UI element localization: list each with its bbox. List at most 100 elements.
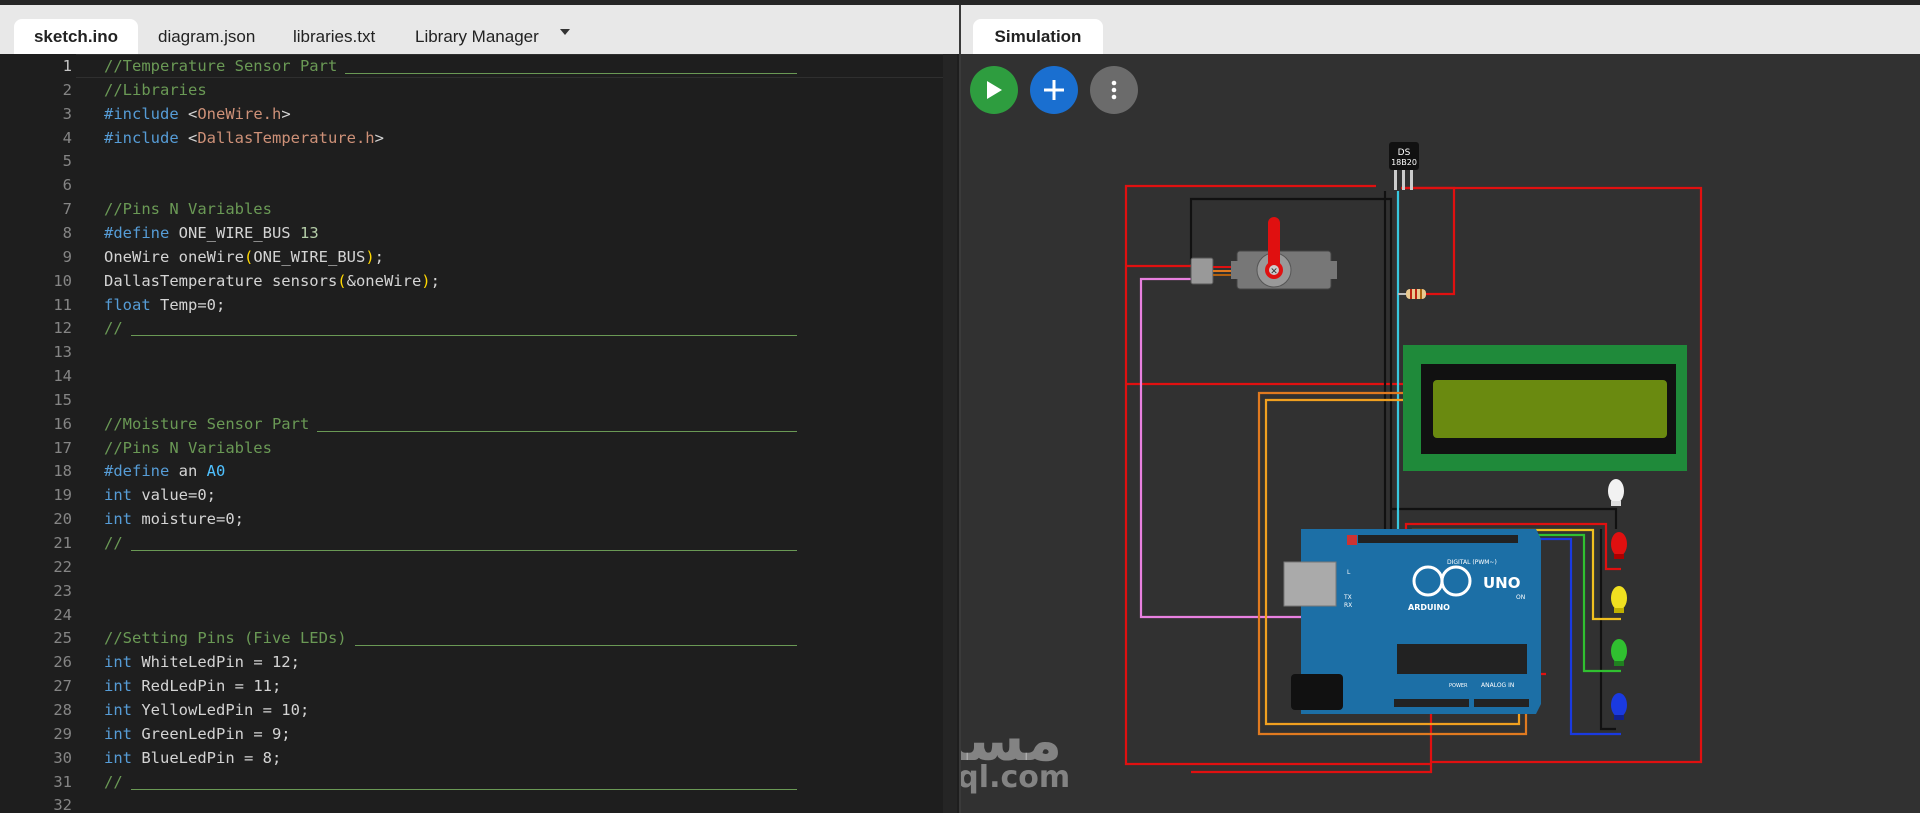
tab-diagram-json[interactable]: diagram.json [158,19,255,54]
watermark-latin: mostaql.com [961,760,1071,795]
code-token: ( [243,247,254,266]
code-line[interactable]: 23 [0,579,959,603]
line-number: 19 [53,486,72,505]
line-number: 20 [53,510,72,529]
tab-libraries-txt[interactable]: libraries.txt [293,19,375,54]
svg-text:DIGITAL (PWM~): DIGITAL (PWM~) [1447,559,1497,566]
temperature-sensor[interactable]: DS 18B20 [1389,142,1419,190]
code-token: //Temperature Sensor Part [104,57,338,75]
code-line[interactable]: 1 //Temperature Sensor Part [0,54,959,78]
code-editor[interactable]: 1 //Temperature Sensor Part 2 //Libraries 3 #… [0,54,959,813]
code-line[interactable]: 29 int GreenLedPin = 9; [0,722,959,746]
code-line[interactable]: 12 // [0,316,959,340]
code-line[interactable]: 11 float Temp=0; [0,293,959,317]
code-line[interactable]: 8 #define ONE_WIRE_BUS 13 [0,221,959,245]
code-token: ( [337,271,347,290]
line-number: 12 [53,319,72,338]
code-line[interactable]: 14 [0,364,959,388]
resistor[interactable] [1398,289,1426,299]
code-line[interactable]: 21 // [0,531,959,555]
code-text: int GreenLedPin = 9; [104,722,291,746]
line-number: 22 [53,557,72,576]
code-text: int value=0; [104,483,216,507]
line-number: 8 [62,223,72,242]
tabs-dropdown-icon[interactable] [560,29,570,35]
code-line[interactable]: 25 //Setting Pins (Five LEDs) [0,626,959,650]
code-text: #define ONE_WIRE_BUS 13 [104,221,319,245]
code-line[interactable]: 10 DallasTemperature sensors(&oneWire); [0,269,959,293]
line-number: 17 [53,438,72,457]
code-line[interactable]: 22 [0,555,959,579]
wire-red-resistor [1401,186,1456,296]
arduino-uno-board[interactable]: UNO ARDUINO DIGITAL (PWM~) ANALOG IN POW… [1283,529,1541,714]
code-token: int [104,510,132,529]
code-text: int RedLedPin = 11; [104,674,281,698]
code-text: //Moisture Sensor Part [104,412,797,436]
led-green[interactable] [1611,639,1627,666]
lcd-display[interactable] [1403,345,1687,471]
simulation-tab-bar: Simulation [961,5,1920,54]
code-line[interactable]: 3 #include <OneWire.h> [0,102,959,126]
line-number: 11 [53,295,72,314]
code-line[interactable]: 28 int YellowLedPin = 10; [0,698,959,722]
code-token: #define [104,462,170,481]
code-token: &oneWire [346,271,422,290]
code-token: RedLedPin = 11; [132,677,282,696]
comment-rule [345,73,797,74]
led-yellow[interactable] [1611,586,1627,613]
led-white[interactable] [1608,479,1624,506]
code-token: int [104,748,132,767]
tab-library-manager[interactable]: Library Manager [415,19,539,54]
line-number: 9 [62,247,72,266]
code-line[interactable]: 7 //Pins N Variables [0,197,959,221]
code-token: //Pins N Variables [104,200,272,219]
code-token: OneWire oneWire [104,247,244,266]
code-line[interactable]: 6 [0,173,959,197]
led-red[interactable] [1611,532,1627,559]
code-line[interactable]: 30 int BlueLedPin = 8; [0,746,959,770]
code-text: #define an A0 [104,459,225,483]
line-number: 1 [62,57,72,75]
wire-black-servo [1189,197,1393,539]
code-line[interactable]: 24 [0,603,959,627]
editor-scrollbar[interactable] [943,54,957,813]
code-token: //Libraries [104,80,207,99]
code-token: int [104,700,132,719]
line-number: 32 [53,796,72,813]
code-token: // [104,534,123,552]
code-text: OneWire oneWire(ONE_WIRE_BUS); [104,245,384,269]
line-number: 25 [53,629,72,648]
code-token: OneWire.h [197,104,282,123]
svg-text:UNO: UNO [1483,574,1521,592]
code-line[interactable]: 19 int value=0; [0,483,959,507]
tab-simulation[interactable]: Simulation [973,19,1103,54]
code-line[interactable]: 26 int WhiteLedPin = 12; [0,650,959,674]
line-number: 27 [53,677,72,696]
led-blue[interactable] [1611,693,1627,720]
code-token: #define [104,223,170,242]
tab-sketch-ino[interactable]: sketch.ino [14,19,138,54]
code-line[interactable]: 32 [0,793,959,813]
code-line[interactable]: 20 int moisture=0; [0,507,959,531]
code-line[interactable]: 4 #include <DallasTemperature.h> [0,126,959,150]
code-line[interactable]: 5 [0,149,959,173]
code-text: // [104,531,797,555]
code-line[interactable]: 31 // [0,770,959,794]
code-line[interactable]: 15 [0,388,959,412]
code-token: #include [104,104,179,123]
code-line[interactable]: 9 OneWire oneWire(ONE_WIRE_BUS); [0,245,959,269]
code-token: Temp=0; [150,295,226,314]
line-number: 10 [53,271,72,290]
code-line[interactable]: 16 //Moisture Sensor Part [0,412,959,436]
code-token: int [104,653,132,672]
svg-text:18B20: 18B20 [1391,158,1417,167]
simulation-canvas[interactable]: DS 18B20 ✕ UNO ARDUINO DIGITAL (PWM~) AN… [961,54,1920,813]
code-line[interactable]: 17 //Pins N Variables [0,436,959,460]
code-line[interactable]: 13 [0,340,959,364]
code-line[interactable]: 18 #define an A0 [0,459,959,483]
code-token: > [281,104,291,123]
code-line[interactable]: 27 int RedLedPin = 11; [0,674,959,698]
servo-motor[interactable]: ✕ [1190,217,1337,290]
svg-text:DS: DS [1398,148,1411,158]
code-line[interactable]: 2 //Libraries [0,78,959,102]
